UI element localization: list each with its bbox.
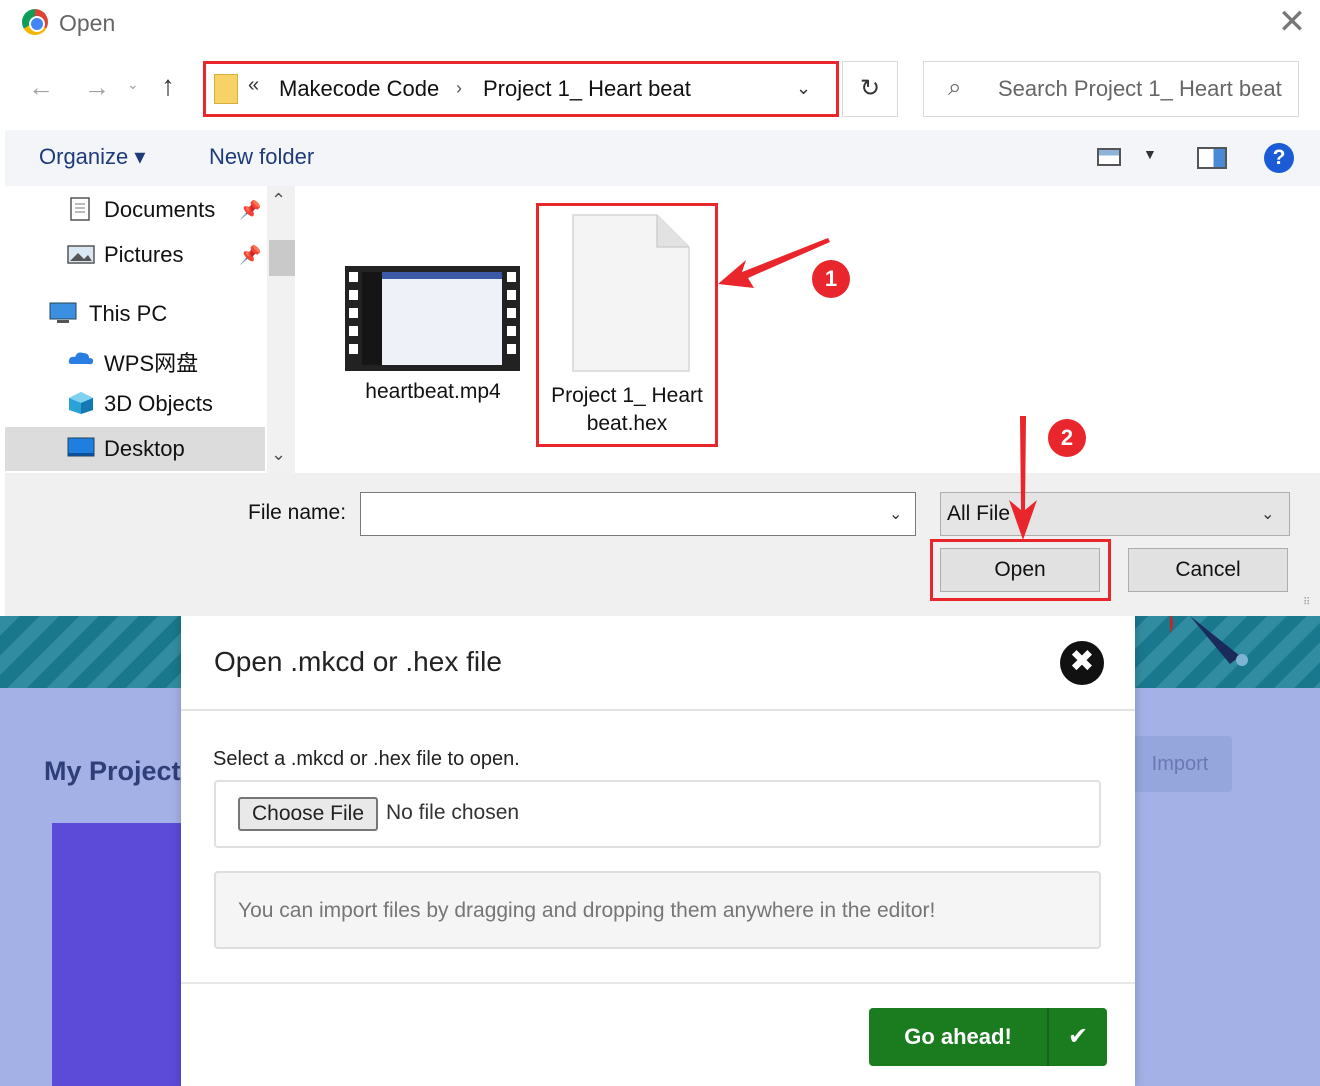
sidebar-item-label: 3D Objects [104, 391, 213, 416]
change-view-icon[interactable] [1097, 148, 1121, 166]
banner-decoration [1170, 616, 1248, 666]
dialog-title: Open [59, 10, 116, 36]
divider [181, 709, 1135, 711]
sidebar-item-wps-cloud[interactable]: WPS网盘 [65, 337, 265, 381]
chevron-down-icon[interactable]: ⌄ [1261, 504, 1274, 524]
file-name-input[interactable]: ⌄ [360, 492, 916, 536]
search-placeholder: Search Project 1_ Heart beat [998, 76, 1282, 101]
pin-icon: 📌 [239, 245, 262, 265]
help-icon[interactable]: ? [1264, 143, 1294, 173]
file-name-label: heartbeat.mp4 [365, 380, 501, 403]
search-icon: ⌕ [948, 74, 962, 101]
view-options-dropdown[interactable]: ▼ [1143, 146, 1157, 162]
organize-menu[interactable]: Organize ▾ [39, 144, 145, 170]
go-ahead-label: Go ahead! [904, 1024, 1012, 1049]
my-projects-heading: My Projects [44, 756, 196, 786]
video-preview-header [382, 272, 502, 279]
file-input-container: Choose File No file chosen [214, 780, 1101, 848]
pictures-icon [67, 245, 95, 264]
file-item-heartbeat-mp4[interactable]: heartbeat.mp4 [345, 266, 521, 416]
hint-text: You can import files by dragging and dro… [238, 899, 936, 922]
import-button[interactable]: Import [1128, 736, 1232, 792]
no-file-chosen-text: No file chosen [386, 801, 520, 824]
sidebar-item-this-pc[interactable]: This PC [49, 292, 249, 336]
refresh-icon[interactable]: ↻ [842, 61, 898, 117]
search-input[interactable]: ⌕ Search Project 1_ Heart beat [923, 61, 1299, 117]
pin-icon: 📌 [239, 200, 262, 220]
desktop-icon [67, 437, 95, 457]
file-type-value: All File [947, 502, 1011, 525]
drag-drop-hint: You can import files by dragging and dro… [214, 871, 1101, 949]
documents-icon [70, 197, 90, 221]
annotation-badge-1: 1 [812, 260, 850, 298]
nav-scrollbar[interactable]: ⌃ ⌄ [267, 186, 295, 473]
navigation-pane: Documents 📌 Pictures 📌 This PC WPS网盘 3D … [5, 186, 301, 473]
command-toolbar: Organize ▾ New folder ▼ ? [5, 130, 1320, 186]
up-arrow-icon[interactable]: ↑ [161, 70, 175, 102]
forward-arrow-icon[interactable]: → [79, 72, 115, 103]
video-preview [362, 272, 502, 365]
close-icon[interactable]: ✕ [1267, 4, 1317, 40]
open-file-modal: Open .mkcd or .hex file ✖ Select a .mkcd… [181, 616, 1135, 1086]
check-icon: ✔ [1067, 1023, 1089, 1050]
chrome-icon [22, 9, 48, 35]
cancel-button[interactable]: Cancel [1128, 548, 1288, 592]
film-hole [349, 290, 358, 300]
preview-pane-icon[interactable] [1197, 147, 1227, 169]
go-ahead-button[interactable]: Go ahead! ✔ [869, 1008, 1107, 1066]
annotation-highlight-open [930, 539, 1111, 601]
chevron-down-icon[interactable]: ⌄ [889, 504, 902, 524]
video-file-icon [345, 266, 520, 371]
annotation-highlight-file [536, 203, 718, 447]
film-hole [507, 308, 516, 318]
annotation-badge-2: 2 [1048, 419, 1086, 457]
choose-file-button[interactable]: Choose File [238, 797, 378, 831]
file-type-select[interactable]: All File ⌄ [940, 492, 1290, 536]
video-preview-sidebar [362, 272, 382, 365]
sidebar-item-label: Documents [104, 197, 216, 222]
sidebar-item-label: This PC [89, 301, 168, 326]
film-hole [507, 272, 516, 282]
scroll-up-icon[interactable]: ⌃ [271, 190, 286, 211]
film-hole [507, 326, 516, 336]
film-hole [349, 326, 358, 336]
sidebar-item-pictures[interactable]: Pictures 📌 [65, 233, 265, 277]
this-pc-icon [49, 302, 77, 323]
divider [181, 982, 1135, 984]
sidebar-item-documents[interactable]: Documents 📌 [65, 188, 265, 232]
scroll-down-icon[interactable]: ⌄ [271, 444, 286, 465]
film-hole [507, 290, 516, 300]
back-arrow-icon[interactable]: ← [23, 72, 59, 103]
modal-title: Open .mkcd or .hex file [214, 646, 502, 677]
annotation-arrow-2 [1009, 416, 1037, 540]
close-icon[interactable]: ✖ [1060, 641, 1104, 685]
film-hole [507, 344, 516, 354]
sidebar-item-3d-objects[interactable]: 3D Objects [65, 382, 265, 426]
sidebar-item-label: Desktop [104, 436, 185, 461]
film-hole [349, 308, 358, 318]
film-hole [349, 344, 358, 354]
recent-locations-icon[interactable]: ⌄ [127, 76, 139, 93]
3d-objects-icon [69, 392, 93, 414]
annotation-highlight-address [203, 61, 839, 117]
dialog-footer: File name: ⌄ All File ⌄ Open Cancel ⠿ [5, 473, 1320, 616]
scrollbar-thumb[interactable] [269, 240, 295, 276]
cloud-icon [68, 352, 94, 365]
file-name-label: File name: [248, 501, 347, 524]
sidebar-item-label: WPS网盘 [104, 351, 199, 376]
resize-grip-icon[interactable]: ⠿ [1303, 597, 1310, 608]
modal-description: Select a .mkcd or .hex file to open. [213, 748, 520, 770]
film-hole [349, 272, 358, 282]
sidebar-item-desktop[interactable]: Desktop [65, 427, 265, 471]
new-folder-button[interactable]: New folder [209, 144, 314, 170]
sidebar-item-label: Pictures [104, 242, 184, 267]
